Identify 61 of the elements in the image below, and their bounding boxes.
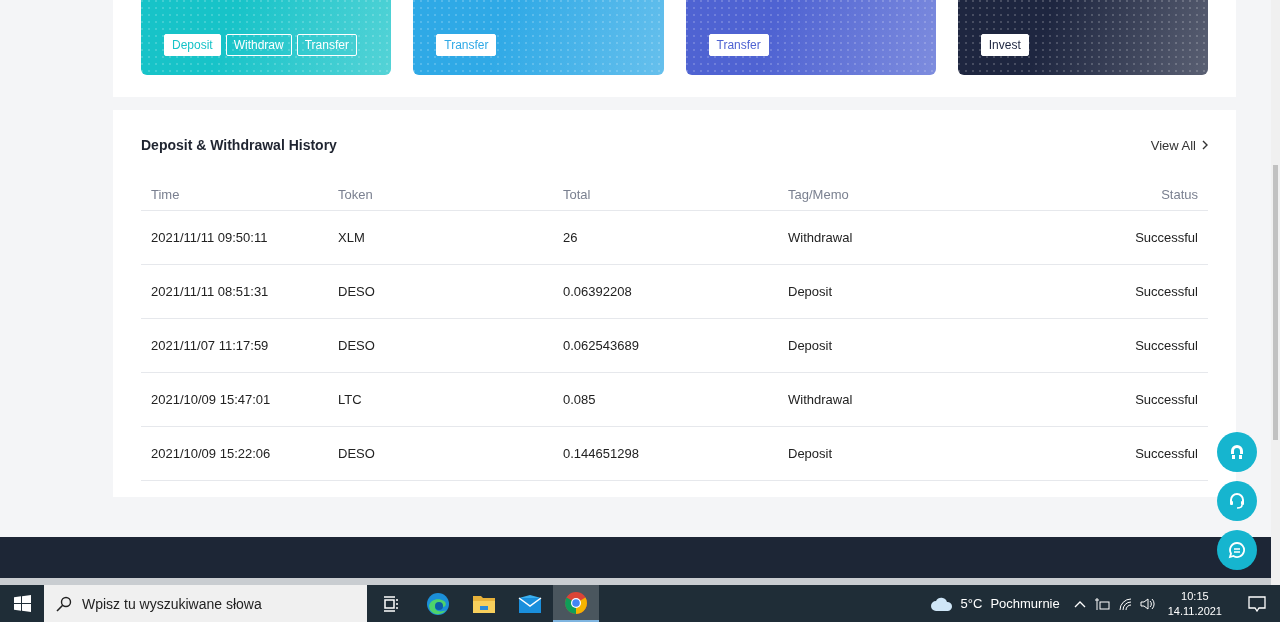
table-cell: 0.144651298 xyxy=(553,426,778,481)
card-action-button[interactable]: Transfer xyxy=(708,34,769,56)
table-cell: Successful xyxy=(994,426,1208,481)
chevron-up-icon[interactable] xyxy=(1073,599,1086,608)
section-title: Deposit & Withdrawal History xyxy=(141,137,337,153)
network-icon[interactable] xyxy=(1093,596,1110,611)
table-cell: 26 xyxy=(553,210,778,265)
column-header: Time xyxy=(141,178,328,211)
view-all-link[interactable]: View All xyxy=(1150,137,1208,153)
table-cell: Successful xyxy=(994,210,1208,265)
scrollbar[interactable] xyxy=(1271,0,1280,585)
windows-start-icon[interactable] xyxy=(13,595,31,612)
cloud-icon xyxy=(930,596,953,611)
table-cell: XLM xyxy=(328,210,553,265)
table-cell: Deposit xyxy=(778,426,995,481)
volume-icon[interactable] xyxy=(1139,596,1156,611)
card-action-button[interactable]: Invest xyxy=(980,34,1029,56)
card-action-button[interactable]: Transfer xyxy=(296,34,357,56)
table-cell: 2021/10/09 15:47:01 xyxy=(141,372,328,427)
wifi-icon[interactable] xyxy=(1117,596,1132,611)
clock-date: 14.11.2021 xyxy=(1167,603,1222,619)
weather-temperature: 5°C xyxy=(960,596,983,611)
taskbar-app[interactable] xyxy=(553,585,599,622)
clock-time: 10:15 xyxy=(1181,588,1209,604)
table-cell: Deposit xyxy=(778,318,995,373)
browser-icon xyxy=(426,591,450,616)
column-header: Total xyxy=(553,178,778,211)
mail-icon xyxy=(518,593,542,614)
table-cell: Deposit xyxy=(778,264,995,319)
table-cell: DESO xyxy=(328,264,553,319)
search-field[interactable]: Wpisz tu wyszukiwane słowa xyxy=(44,585,367,622)
card-action-button[interactable]: Transfer xyxy=(436,34,497,56)
column-header: Status xyxy=(994,178,1208,211)
table-cell: DESO xyxy=(328,318,553,373)
column-header: Token xyxy=(328,178,553,211)
chrome-icon xyxy=(564,590,588,615)
table-cell: Withdrawal xyxy=(778,210,995,265)
table-cell: LTC xyxy=(328,372,553,427)
notification-icon[interactable] xyxy=(1248,595,1266,612)
chat-button[interactable] xyxy=(1217,530,1257,570)
table-cell: Successful xyxy=(994,264,1208,319)
task-view-icon xyxy=(383,595,401,612)
chevron-right-icon xyxy=(1202,140,1208,150)
table-cell: 2021/11/07 11:17:59 xyxy=(141,318,328,373)
card-action-button[interactable]: Deposit xyxy=(164,34,221,56)
table-cell: Successful xyxy=(994,372,1208,427)
table-cell: 2021/11/11 08:51:31 xyxy=(141,264,328,319)
table-cell: Withdrawal xyxy=(778,372,995,427)
table-cell: Successful xyxy=(994,318,1208,373)
horizontal-scrollbar[interactable] xyxy=(0,578,1271,585)
table-cell: 0.085 xyxy=(553,372,778,427)
card-action-button[interactable]: Withdraw xyxy=(225,34,292,56)
headset-icon xyxy=(1228,492,1246,510)
table-cell: DESO xyxy=(328,426,553,481)
table-cell: 2021/11/11 09:50:11 xyxy=(141,210,328,265)
table-cell: 0.06392208 xyxy=(553,264,778,319)
table-cell: 0.062543689 xyxy=(553,318,778,373)
column-header: Tag/Memo xyxy=(778,178,995,211)
chat-icon xyxy=(1228,541,1246,559)
weather-condition: Pochmurnie xyxy=(990,596,1060,611)
table-cell: 2021/10/09 15:22:06 xyxy=(141,426,328,481)
